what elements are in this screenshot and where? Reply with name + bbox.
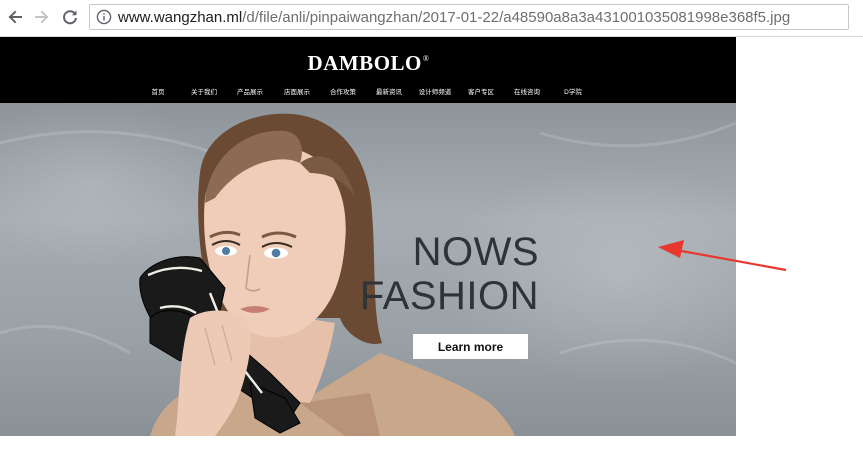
forward-button[interactable] [31,6,53,28]
nav-item-home[interactable]: 首页 [152,86,165,96]
url-path: /d/file/anli/pinpaiwangzhan/2017-01-22/a… [242,9,791,26]
reload-button[interactable] [59,6,81,28]
hero-title-line2: FASHION [359,274,539,318]
nav-item-consult[interactable]: 在线咨询 [514,86,540,96]
browser-toolbar: www.wangzhan.ml/d/file/anli/pinpaiwangzh… [0,0,863,37]
address-bar[interactable]: www.wangzhan.ml/d/file/anli/pinpaiwangzh… [89,4,849,30]
main-nav: 首页 关于我们 产品展示 店面展示 合作攻策 最新资讯 设计师频道 客户专区 在… [0,86,736,98]
logo-text: DAMBOLO [307,51,422,75]
nav-item-stores[interactable]: 店面展示 [284,86,310,96]
webpage-viewport: DAMBOLO® 首页 关于我们 产品展示 店面展示 合作攻策 最新资讯 设计师… [0,37,736,436]
nav-item-news[interactable]: 最新资讯 [376,86,402,96]
hero-title-line1: NOWS [412,230,539,274]
info-icon[interactable] [96,9,112,25]
url-text[interactable]: www.wangzhan.ml/d/file/anli/pinpaiwangzh… [118,9,790,27]
url-host: www.wangzhan.ml [118,9,243,26]
back-button[interactable] [4,6,26,28]
logo-registered-mark: ® [422,54,430,63]
nav-item-products[interactable]: 产品展示 [237,86,263,96]
site-header: DAMBOLO® 首页 关于我们 产品展示 店面展示 合作攻策 最新资讯 设计师… [0,37,736,103]
hero-banner: NOWS FASHION Learn more [0,103,736,436]
reload-icon [63,10,77,25]
hero-title: NOWS FASHION [360,230,539,318]
forward-arrow-icon [35,10,49,24]
nav-item-customers[interactable]: 客户专区 [468,86,494,96]
nav-item-designers[interactable]: 设计师频道 [419,86,452,96]
nav-item-academy[interactable]: D学院 [564,86,582,96]
learn-more-button[interactable]: Learn more [413,334,528,359]
nav-item-about[interactable]: 关于我们 [191,86,217,96]
back-arrow-icon [8,10,22,24]
nav-item-cooperation[interactable]: 合作攻策 [330,86,356,96]
site-logo[interactable]: DAMBOLO® [0,51,736,76]
